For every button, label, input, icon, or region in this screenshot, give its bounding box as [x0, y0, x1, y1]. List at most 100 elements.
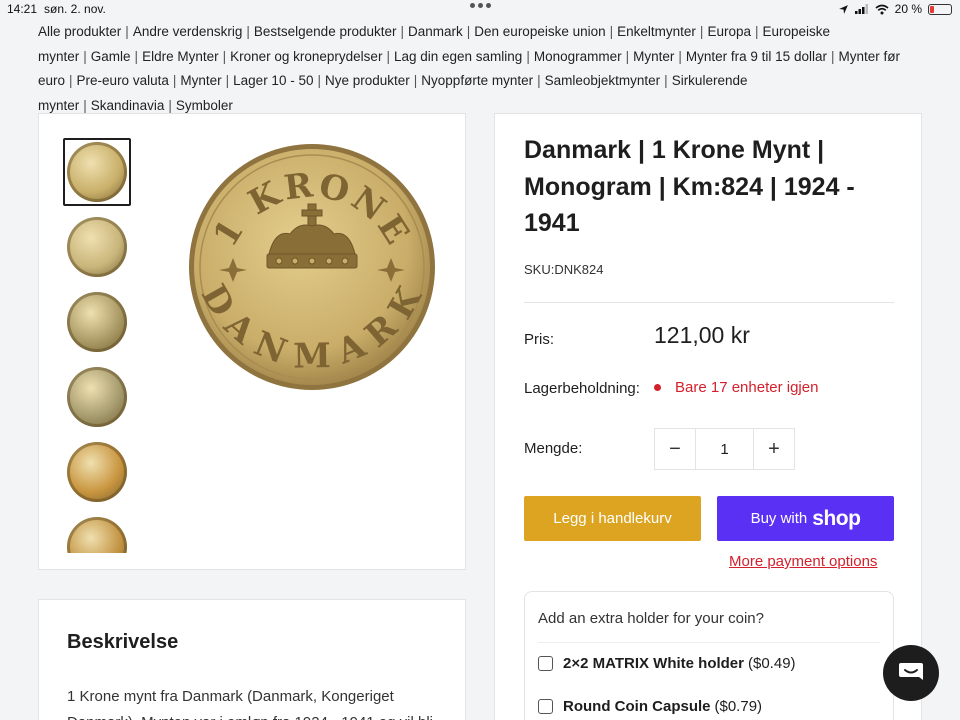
nav-link[interactable]: Skandinavia [91, 98, 165, 113]
add-to-cart-button[interactable]: Legg i handlekurv [524, 496, 701, 541]
status-time: 14:21 [7, 2, 38, 16]
price-label: Pris: [524, 331, 554, 348]
nav-separator: | [664, 73, 668, 88]
chat-button[interactable] [883, 645, 939, 701]
nav-separator: | [537, 73, 541, 88]
nav-separator: | [168, 97, 172, 113]
quantity-increase-button[interactable]: + [754, 429, 794, 469]
gallery-thumbnail[interactable] [63, 438, 131, 506]
buy-with-shop-button[interactable]: Buy with shop [717, 496, 894, 541]
coin-crown-thumbnail-image [67, 292, 127, 352]
battery-icon [928, 3, 952, 15]
wifi-icon [875, 4, 889, 14]
option-checkbox[interactable] [538, 699, 553, 714]
nav-link[interactable]: Lag din egen samling [394, 49, 522, 64]
description-text: 1 Krone mynt fra Danmark (Danmark, Konge… [67, 688, 433, 720]
gallery-thumbnail[interactable] [63, 138, 131, 206]
nav-link[interactable]: Europa [707, 24, 751, 39]
nav-link[interactable]: Monogrammer [534, 49, 622, 64]
more-payment-options-link[interactable]: More payment options [729, 553, 877, 570]
nav-link[interactable]: Enkeltmynter [617, 24, 696, 39]
nav-separator: | [754, 24, 759, 39]
quantity-decrease-button[interactable]: − [655, 429, 695, 469]
nav-separator: | [526, 48, 530, 64]
coin-crown-thumbnail-image [67, 442, 127, 502]
stock-text: Bare 17 enheter igjen [675, 379, 819, 396]
nav-link[interactable]: Symboler [176, 98, 233, 113]
coin-monogram-thumbnail-image [67, 367, 127, 427]
nav-separator: | [609, 24, 614, 39]
coin-crown-thumbnail-image [67, 142, 127, 202]
product-sku: SKU:DNK824 [524, 262, 604, 277]
nav-link[interactable]: Mynter [633, 49, 674, 64]
nav-link[interactable]: Mynter fra 9 til 15 dollar [686, 49, 827, 64]
option-name: Round Coin Capsule [563, 698, 711, 715]
category-navigation: Alle produkter | Andre verdenskrig | Bestsel… [38, 20, 928, 118]
main-coin-image[interactable]: 1 KRONE DANMARK [187, 142, 437, 392]
nav-link[interactable]: Eldre Mynter [142, 49, 219, 64]
nav-separator: | [125, 24, 129, 39]
coin-monogram-thumbnail-image [67, 217, 127, 277]
nav-separator: | [222, 48, 227, 64]
battery-percent: 20 % [894, 2, 922, 16]
shop-logo: shop [812, 506, 861, 530]
nav-link[interactable]: Andre verdenskrig [133, 24, 243, 39]
nav-link[interactable]: Nyoppførte mynter [421, 73, 533, 88]
nav-separator: | [134, 48, 139, 64]
nav-link[interactable]: Danmark [408, 24, 463, 39]
option-checkbox[interactable] [538, 656, 553, 671]
gallery-thumbnail[interactable] [63, 363, 131, 431]
gallery-thumbnail[interactable] [63, 513, 131, 553]
nav-link[interactable]: Lager 10 - 50 [233, 73, 313, 88]
nav-separator: | [830, 48, 835, 64]
chat-bubble-icon [899, 663, 923, 680]
extras-question: Add an extra holder for your coin? [538, 610, 764, 627]
gallery-thumbnail[interactable] [63, 288, 131, 356]
stock-label: Lagerbeholdning: [524, 380, 640, 397]
nav-separator: | [83, 48, 87, 64]
product-info-panel: Danmark | 1 Krone Mynt | Monogram | Km:8… [494, 113, 922, 720]
nav-link[interactable]: Pre-euro valuta [77, 73, 169, 88]
option-matrix-holder[interactable]: 2×2 MATRIX White holder ($0.49) [538, 655, 796, 672]
nav-separator: | [625, 48, 630, 64]
battery-level [930, 5, 935, 13]
multitasking-dots-icon[interactable] [470, 3, 491, 8]
option-round-capsule[interactable]: Round Coin Capsule ($0.79) [538, 698, 762, 715]
nav-separator: | [413, 73, 418, 88]
quantity-stepper: − 1 + [654, 428, 795, 470]
nav-separator: | [69, 73, 73, 88]
nav-separator: | [83, 97, 87, 113]
status-icons: 20 % [838, 2, 952, 16]
nav-link[interactable]: Gamle [91, 49, 131, 64]
product-gallery: 1 KRONE DANMARK [38, 113, 466, 570]
stock-status: Bare 17 enheter igjen [654, 379, 818, 396]
option-price: ($0.49) [748, 655, 796, 672]
gallery-thumbnail[interactable] [63, 213, 131, 281]
nav-separator: | [386, 48, 390, 64]
extra-holder-box: Add an extra holder for your coin? 2×2 M… [524, 591, 894, 720]
description-section: Beskrivelse 1 Krone mynt fra Danmark (Da… [38, 599, 466, 720]
nav-separator: | [172, 73, 177, 88]
nav-separator: | [225, 73, 230, 88]
thumbnail-list[interactable] [63, 138, 131, 553]
nav-link[interactable]: Alle produkter [38, 24, 121, 39]
product-price: 121,00 kr [654, 322, 750, 348]
nav-link[interactable]: Bestselgende produkter [254, 24, 397, 39]
option-price: ($0.79) [714, 698, 763, 715]
nav-link[interactable]: Mynter [180, 73, 221, 88]
cellular-signal-icon [854, 4, 868, 14]
nav-link[interactable]: Kroner og kroneprydelser [230, 49, 382, 64]
buy-with-label: Buy with [750, 510, 808, 527]
quantity-input[interactable]: 1 [695, 429, 754, 469]
product-title: Danmark | 1 Krone Mynt | Monogram | Km:8… [524, 136, 855, 237]
coin-monogram-thumbnail-image [67, 517, 127, 553]
nav-separator: | [466, 24, 471, 39]
option-name: 2×2 MATRIX White holder [563, 655, 744, 672]
location-arrow-icon [838, 4, 848, 14]
nav-separator: | [400, 24, 404, 39]
nav-separator: | [699, 24, 704, 39]
description-heading: Beskrivelse [67, 631, 179, 653]
nav-link[interactable]: Samleobjektmynter [545, 73, 661, 88]
nav-link[interactable]: Nye produkter [325, 73, 410, 88]
nav-link[interactable]: Den europeiske union [474, 24, 605, 39]
